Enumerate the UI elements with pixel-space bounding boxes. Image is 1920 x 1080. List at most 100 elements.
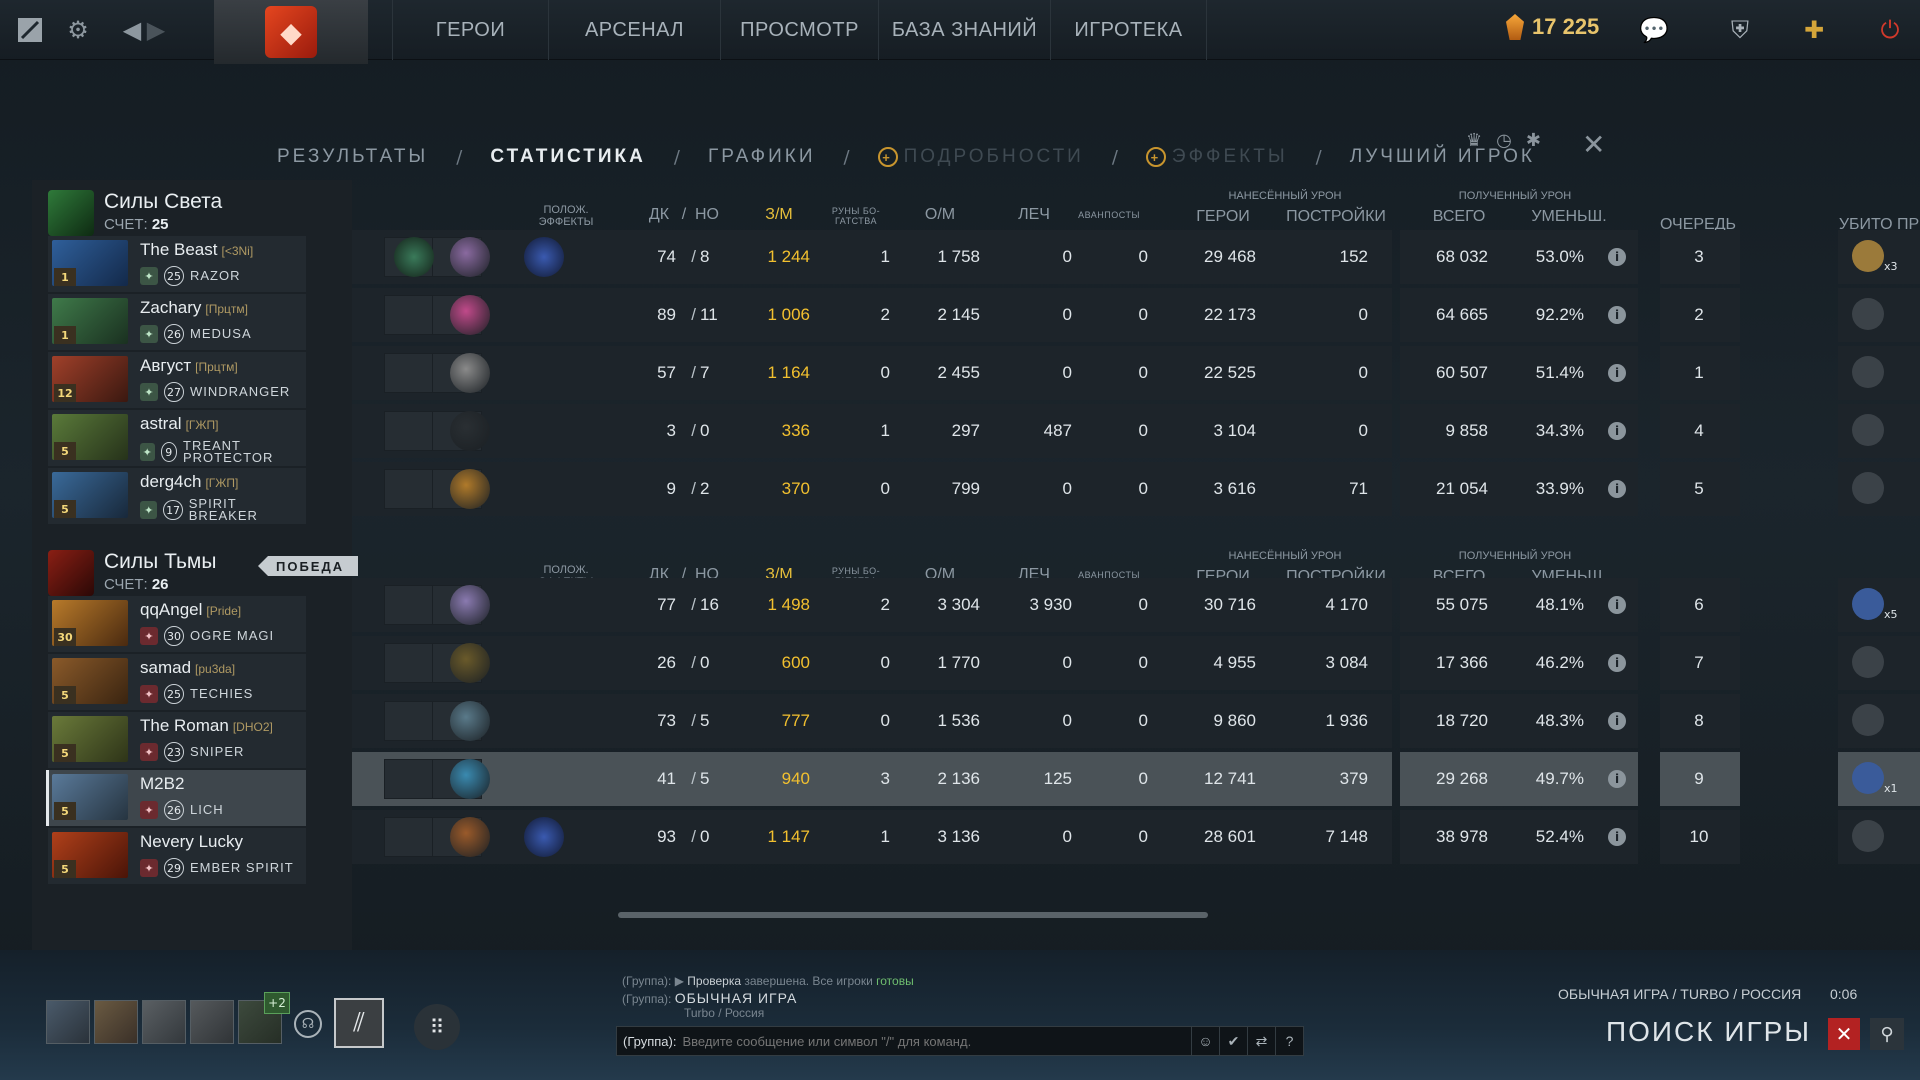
info-icon[interactable]: i: [1608, 712, 1626, 730]
settings-icon[interactable]: ⚙: [60, 12, 96, 48]
plus-subscription-icon[interactable]: ✚: [1794, 10, 1834, 50]
item-slot[interactable]: [384, 585, 434, 625]
translate-icon[interactable]: ⇄: [1247, 1027, 1275, 1055]
column-header-xpm[interactable]: О/М: [916, 206, 964, 224]
party-extra-badge[interactable]: +2: [264, 992, 290, 1014]
hero-portrait[interactable]: 12: [52, 356, 128, 402]
neutral-item-icon[interactable]: [450, 585, 490, 625]
column-header-taken-group[interactable]: ПОЛУЧЕННЫЙ УРОН: [1430, 190, 1600, 202]
hero-portrait[interactable]: 1: [52, 298, 128, 344]
hero-portrait[interactable]: 5: [52, 832, 128, 878]
cancel-search-button[interactable]: ✕: [1828, 1018, 1860, 1050]
killed-by-hero-icon[interactable]: [1852, 820, 1884, 852]
info-icon[interactable]: i: [1608, 480, 1626, 498]
nav-arcade[interactable]: ИГРОТЕКА: [1050, 0, 1206, 60]
info-icon[interactable]: i: [1608, 248, 1626, 266]
column-header-gpm[interactable]: З/М: [758, 206, 800, 224]
column-header-taken-total[interactable]: ВСЕГО: [1424, 208, 1494, 226]
player-name[interactable]: derg4ch [ГЖП]: [140, 472, 238, 492]
killed-by-hero-icon[interactable]: [1852, 240, 1884, 272]
table-row[interactable]: 26/0 600 0 1 770 0 0 4 955 3 084 17 366 46.2% i 7: [352, 636, 1920, 690]
table-row[interactable]: 57 /7 1 164 0 2 455 0 0 22 525 0 60 507 51.4% i 1: [352, 346, 1920, 400]
item-slot[interactable]: [384, 353, 434, 393]
table-row[interactable]: 93/0 1 147 1 3 136 0 0 28 601 7 148 38 978 52.4% i…: [352, 810, 1920, 864]
item-slot[interactable]: [384, 469, 434, 509]
killed-by-hero-icon[interactable]: [1852, 646, 1884, 678]
column-header-taken-group[interactable]: ПОЛУЧЕННЫЙ УРОН: [1430, 550, 1600, 562]
table-row[interactable]: 9 /2 370 0 799 0 0 3 616 71 21 054 33.9% i 5: [352, 462, 1920, 516]
info-icon[interactable]: i: [1608, 770, 1626, 788]
player-name[interactable]: qqAngel [Pride]: [140, 600, 241, 620]
table-row[interactable]: 74 /8 1 244 1 1 758 0 0 29 468 152 68 032 53.0% i 3 x…: [352, 230, 1920, 284]
column-header-kd-sep[interactable]: /: [678, 206, 690, 224]
killed-by-hero-icon[interactable]: [1852, 704, 1884, 736]
player-card[interactable]: 12 Август [Прцтм] ✦ 27 WINDRANGER: [48, 352, 306, 408]
player-card[interactable]: 5 samad [pu3da] ✦ 25 TECHIES: [48, 654, 306, 710]
killed-by-hero-icon[interactable]: [1852, 762, 1884, 794]
aghanims-shard-icon[interactable]: [524, 817, 564, 857]
player-card[interactable]: 1 The Beast [<3Ni] ✦ 25 RAZOR: [48, 236, 306, 292]
armory-icon[interactable]: ⛨: [1720, 10, 1760, 50]
column-header-kd-d[interactable]: НО: [692, 206, 722, 224]
crown-icon[interactable]: ♛: [1466, 130, 1482, 151]
player-card[interactable]: 5 astral [ГЖП] ✦ 9 TREANT PROTECTOR: [48, 410, 306, 466]
column-header-kd-k[interactable]: ДК: [642, 206, 676, 224]
player-card[interactable]: 5 M2B2 ✦ 26 LICH: [46, 770, 306, 826]
hero-portrait[interactable]: 30: [52, 600, 128, 646]
column-header-dealt-buildings[interactable]: ПОСТРОЙКИ: [1276, 208, 1396, 226]
info-icon[interactable]: i: [1608, 596, 1626, 614]
player-name[interactable]: M2B2: [140, 774, 184, 794]
neutral-item-icon[interactable]: [450, 643, 490, 683]
killed-by-hero-icon[interactable]: [1852, 472, 1884, 504]
neutral-item-icon[interactable]: [450, 411, 490, 451]
tab-details[interactable]: + ПОДРОБНОСТИ: [866, 146, 1096, 168]
player-name[interactable]: The Roman [DHO2]: [140, 716, 273, 736]
player-card[interactable]: 5 derg4ch [ГЖП] ✦ 17 SPIRIT BREAKER: [48, 468, 306, 524]
column-header-taken-reduced[interactable]: УМЕНЬШ.: [1526, 208, 1612, 226]
tab-effects[interactable]: + ЭФФЕКТЫ: [1134, 146, 1300, 168]
dota-logo[interactable]: ◆: [214, 0, 368, 64]
player-name[interactable]: Zachary [Прцтм]: [140, 298, 248, 318]
column-header-runes[interactable]: РУНЫ БО-ГАТСТВА: [826, 206, 886, 226]
column-header-aghs[interactable]: АВАНПОСТЫ: [1078, 210, 1140, 220]
tab-results[interactable]: РЕЗУЛЬТАТЫ: [265, 146, 440, 168]
tab-statistics[interactable]: СТАТИСТИКА: [478, 146, 658, 168]
column-header-heal[interactable]: ЛЕЧ: [1016, 206, 1052, 224]
checkmark-icon[interactable]: ✔: [1219, 1027, 1247, 1055]
info-icon[interactable]: i: [1608, 422, 1626, 440]
help-icon[interactable]: ?: [1275, 1027, 1303, 1055]
player-name[interactable]: The Beast [<3Ni]: [140, 240, 253, 260]
hero-portrait[interactable]: 1: [52, 240, 128, 286]
hero-portrait[interactable]: 5: [52, 658, 128, 704]
column-header-dealt-group[interactable]: НАНЕСЁННЫЙ УРОН: [1200, 190, 1370, 202]
horizontal-scrollbar[interactable]: [618, 912, 1208, 918]
info-icon[interactable]: i: [1608, 654, 1626, 672]
player-card[interactable]: 1 Zachary [Прцтм] ✦ 26 MEDUSA: [48, 294, 306, 350]
neutral-item-icon[interactable]: [450, 295, 490, 335]
close-icon[interactable]: ✕: [1582, 128, 1605, 161]
player-name[interactable]: astral [ГЖП]: [140, 414, 218, 434]
aghanims-shard-icon[interactable]: [524, 237, 564, 277]
hero-portrait[interactable]: 5: [52, 414, 128, 460]
killed-by-hero-icon[interactable]: [1852, 356, 1884, 388]
nav-watch[interactable]: ПРОСМОТР: [720, 0, 878, 60]
killed-by-hero-icon[interactable]: [1852, 588, 1884, 620]
info-icon[interactable]: i: [1608, 364, 1626, 382]
table-row[interactable]: 41 /5 940 3 2 136 125 0 12 741 379 29 268 49.7% i 9 x…: [352, 752, 1920, 806]
hero-portrait[interactable]: 5: [52, 774, 128, 820]
neutral-item-icon[interactable]: [450, 759, 490, 799]
party-member-slot[interactable]: [46, 1000, 90, 1044]
killed-by-hero-icon[interactable]: [1852, 414, 1884, 446]
bug-icon[interactable]: ✱: [1526, 130, 1541, 151]
item-slot[interactable]: [384, 817, 434, 857]
killed-by-hero-icon[interactable]: [1852, 298, 1884, 330]
info-icon[interactable]: i: [1608, 828, 1626, 846]
player-name[interactable]: samad [pu3da]: [140, 658, 235, 678]
party-member-slot[interactable]: [142, 1000, 186, 1044]
profile-icon[interactable]: ⚲: [1870, 1018, 1904, 1050]
neutral-item-icon[interactable]: [450, 817, 490, 857]
hero-portrait[interactable]: 5: [52, 716, 128, 762]
nav-learn[interactable]: БАЗА ЗНАНИЙ: [878, 0, 1050, 60]
player-card[interactable]: 5 Nevery Lucky ✦ 29 EMBER SPIRIT: [48, 828, 306, 884]
party-menu-icon[interactable]: ⠿: [414, 1004, 460, 1050]
